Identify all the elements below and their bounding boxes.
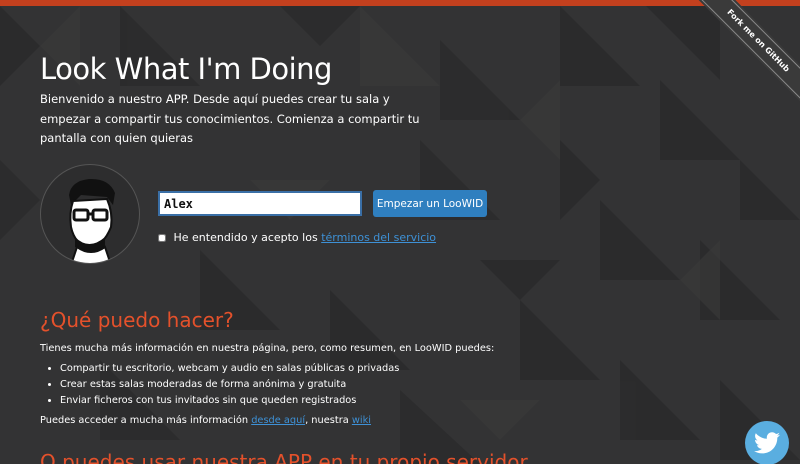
features-intro: Tienes mucha más información en nuestra … [40, 343, 495, 354]
terms-checkbox[interactable] [158, 234, 166, 242]
more-info-middle: , nuestra [305, 415, 349, 426]
features-heading: ¿Qué puedo hacer? [40, 308, 234, 332]
intro-text: Bienvenido a nuestro APP. Desde aquí pue… [40, 92, 420, 145]
features-list: Compartir tu escritorio, webcam y audio … [60, 361, 399, 409]
more-info-text: Puedes acceder a mucha más información d… [40, 415, 371, 426]
page-title: Look What I'm Doing [40, 52, 332, 86]
terms-link[interactable]: términos del servicio [321, 231, 436, 244]
list-item: Enviar ficheros con tus invitados sin qu… [60, 393, 399, 409]
self-host-heading: O puedes usar nuestra APP en tu propio s… [40, 450, 528, 464]
list-item: Crear estas salas moderadas de forma anó… [60, 377, 399, 393]
twitter-icon[interactable] [745, 421, 789, 464]
list-item: Compartir tu escritorio, webcam y audio … [60, 361, 399, 377]
more-info-prefix: Puedes acceder a mucha más información [40, 415, 249, 426]
start-loowid-button[interactable]: Empezar un LooWID [373, 190, 487, 217]
terms-label: He entendido y acepto los [173, 231, 318, 244]
wiki-link[interactable]: wiki [352, 415, 371, 426]
top-accent-bar [0, 0, 800, 6]
room-name-input[interactable] [158, 191, 362, 216]
avatar-icon [40, 164, 140, 264]
more-info-link[interactable]: desde aquí [251, 415, 305, 426]
terms-row: He entendido y acepto los términos del s… [158, 231, 436, 244]
